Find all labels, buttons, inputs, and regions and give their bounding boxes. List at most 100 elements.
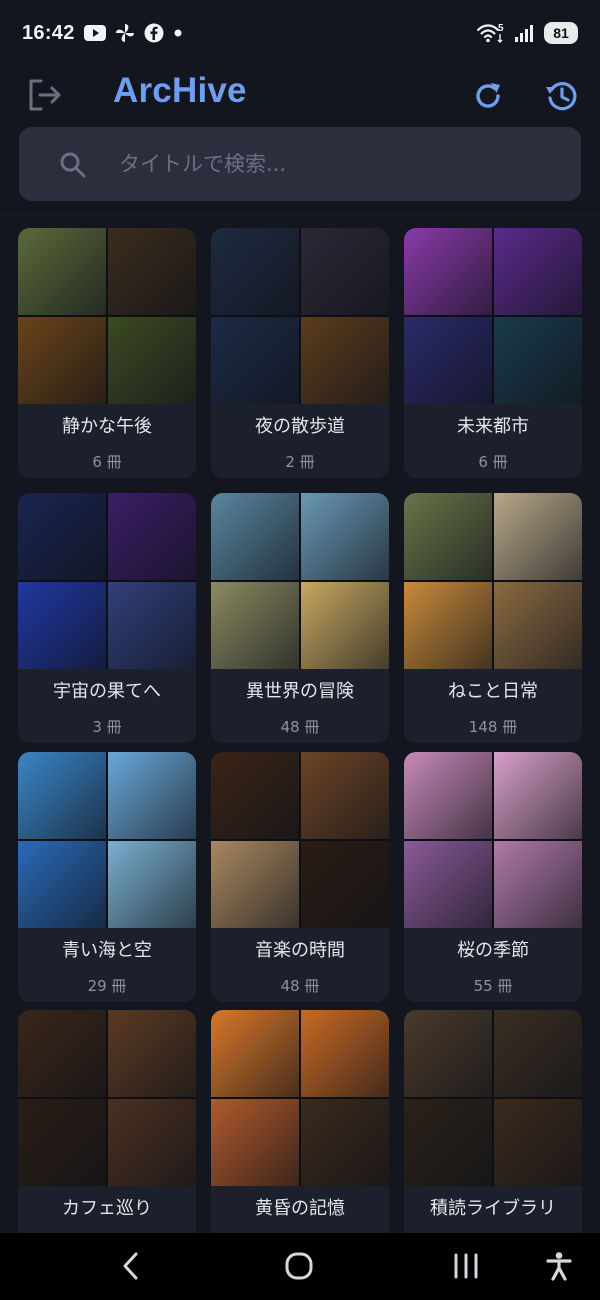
album-thumbnail	[211, 228, 299, 315]
wifi-badge: 5	[498, 23, 504, 34]
pinwheel-icon	[115, 23, 135, 43]
album-card[interactable]: 未来都市 6 冊	[404, 228, 582, 478]
accessibility-icon	[546, 1252, 572, 1281]
album-thumbnail	[404, 752, 492, 839]
search-icon	[60, 152, 86, 178]
logout-icon	[29, 79, 61, 111]
album-thumbnail	[494, 1099, 582, 1186]
album-card[interactable]: 積読ライブラリ55 冊	[404, 1010, 582, 1233]
album-card[interactable]: カフェ巡り39 冊	[18, 1010, 196, 1233]
album-thumbnail	[108, 752, 196, 839]
album-title: ねこと日常	[448, 681, 538, 702]
album-grid: 静かな午後 6 冊 夜の散歩道 2 冊 未来都市 6 冊宇宙の果てへ 3 冊 異世界の冒険 48…	[0, 215, 600, 1233]
album-title: 青い海と空	[62, 940, 152, 961]
recents-icon	[454, 1253, 478, 1279]
album-card[interactable]: 黄昏の記憶48 冊	[211, 1010, 389, 1233]
search-bar[interactable]	[19, 127, 581, 201]
album-thumbnail	[211, 841, 299, 928]
album-card[interactable]: 音楽の時間 48 冊	[211, 752, 389, 1002]
album-card[interactable]: 桜の季節 55 冊	[404, 752, 582, 1002]
album-card[interactable]: 異世界の冒険 48 冊	[211, 493, 389, 743]
album-thumbnail	[301, 1099, 389, 1186]
album-card[interactable]: 宇宙の果てへ 3 冊	[18, 493, 196, 743]
album-thumbnail-collage	[211, 1010, 389, 1186]
album-thumbnail-collage	[404, 228, 582, 404]
album-thumbnail	[18, 752, 106, 839]
album-card[interactable]: 夜の散歩道 2 冊	[211, 228, 389, 478]
album-thumbnail	[18, 317, 106, 404]
signal-icon	[514, 23, 536, 43]
history-icon	[546, 82, 577, 111]
album-card[interactable]: ねこと日常 148 冊	[404, 493, 582, 743]
album-count: 2 冊	[285, 453, 315, 471]
album-thumbnail-collage	[18, 493, 196, 669]
album-thumbnail	[301, 582, 389, 669]
album-thumbnail-collage	[211, 228, 389, 404]
album-thumbnail	[404, 317, 492, 404]
album-thumbnail-collage	[18, 228, 196, 404]
home-icon	[285, 1252, 313, 1280]
album-thumbnail	[494, 317, 582, 404]
logout-button[interactable]	[26, 76, 64, 114]
album-count: 3 冊	[92, 718, 122, 736]
back-icon	[123, 1252, 138, 1280]
album-thumbnail	[404, 1010, 492, 1097]
accessibility-button[interactable]	[534, 1243, 584, 1289]
app-header: ArcHive	[0, 66, 600, 124]
album-thumbnail	[108, 1099, 196, 1186]
refresh-icon	[476, 83, 500, 108]
album-thumbnail	[108, 1010, 196, 1097]
album-thumbnail	[404, 841, 492, 928]
search-input[interactable]	[119, 145, 559, 183]
album-thumbnail	[211, 582, 299, 669]
refresh-button[interactable]	[468, 76, 508, 116]
album-thumbnail	[404, 582, 492, 669]
album-thumbnail	[108, 493, 196, 580]
album-thumbnail	[211, 493, 299, 580]
status-time: 16:42	[22, 21, 75, 44]
album-title: 静かな午後	[62, 416, 152, 437]
recents-button[interactable]	[441, 1243, 491, 1289]
album-thumbnail	[108, 228, 196, 315]
album-thumbnail	[494, 752, 582, 839]
album-thumbnail	[404, 1099, 492, 1186]
album-thumbnail	[18, 1099, 106, 1186]
back-button[interactable]	[106, 1243, 156, 1289]
album-thumbnail-collage	[18, 1010, 196, 1186]
album-count: 148 冊	[468, 718, 518, 736]
battery-indicator: 81	[544, 22, 578, 44]
album-thumbnail	[211, 1010, 299, 1097]
album-thumbnail	[494, 841, 582, 928]
album-card[interactable]: 青い海と空 29 冊	[18, 752, 196, 1002]
album-title: 積読ライブラリ	[430, 1198, 556, 1219]
album-thumbnail	[211, 317, 299, 404]
album-thumbnail	[301, 228, 389, 315]
album-thumbnail-collage	[211, 752, 389, 928]
album-count: 29 冊	[87, 977, 127, 995]
album-thumbnail	[18, 582, 106, 669]
album-title: カフェ巡り	[62, 1198, 152, 1219]
album-thumbnail-collage	[404, 1010, 582, 1186]
album-thumbnail	[494, 582, 582, 669]
home-button[interactable]	[274, 1243, 324, 1289]
dot-icon	[173, 28, 183, 38]
app-title: ArcHive	[113, 71, 247, 110]
album-count: 6 冊	[92, 453, 122, 471]
album-card[interactable]: 静かな午後 6 冊	[18, 228, 196, 478]
facebook-icon	[144, 23, 164, 43]
album-count: 55 冊	[473, 977, 513, 995]
album-title: 黄昏の記憶	[255, 1198, 345, 1219]
history-button[interactable]	[541, 75, 583, 117]
album-thumbnail-collage	[18, 752, 196, 928]
album-thumbnail	[404, 228, 492, 315]
album-thumbnail	[18, 228, 106, 315]
album-thumbnail	[494, 228, 582, 315]
album-thumbnail	[301, 1010, 389, 1097]
album-thumbnail	[211, 752, 299, 839]
album-thumbnail	[404, 493, 492, 580]
system-nav-bar	[0, 1233, 600, 1300]
album-thumbnail	[108, 841, 196, 928]
album-thumbnail	[301, 752, 389, 839]
album-count: 48 冊	[280, 977, 320, 995]
album-thumbnail	[18, 493, 106, 580]
